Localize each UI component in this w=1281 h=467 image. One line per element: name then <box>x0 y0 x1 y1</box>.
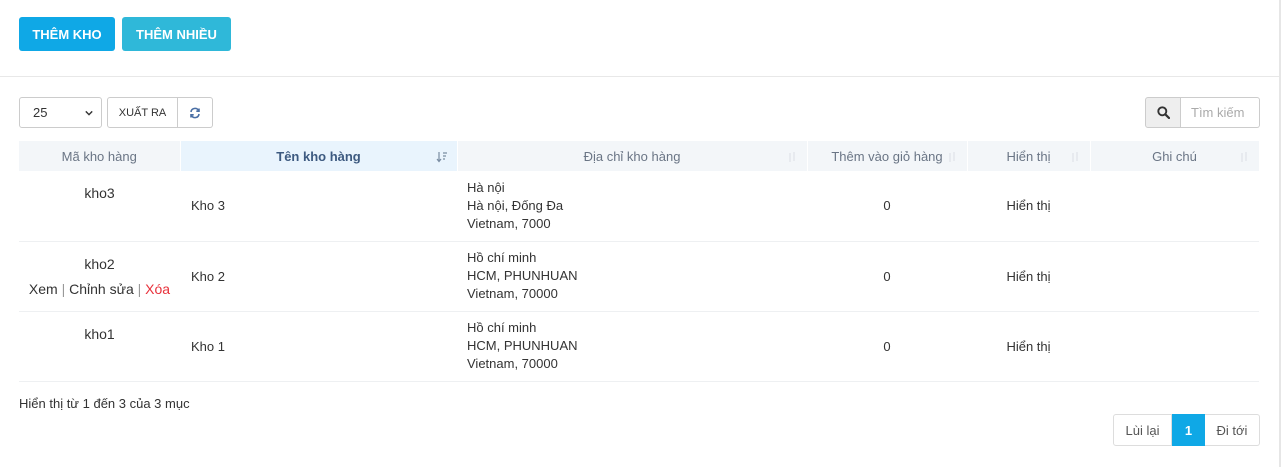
cell-note <box>1090 241 1259 311</box>
cell-note <box>1090 311 1259 381</box>
table-info: Hiển thị từ 1 đến 3 của 3 mục <box>19 396 190 411</box>
export-button[interactable]: XUẤT RA <box>107 97 178 128</box>
cell-address: Hà nội Hà nội, Đống Đa Vietnam, 7000 <box>467 179 564 231</box>
cell-add-to-cart: 0 <box>883 268 891 284</box>
sort-icon <box>1240 152 1247 162</box>
top-bar: THÊM KHO THÊM NHIỀU <box>0 0 1281 77</box>
cell-code: kho1 <box>84 325 115 342</box>
delete-link[interactable]: Xóa <box>145 281 170 297</box>
next-page-button[interactable]: Đi tới <box>1205 414 1260 446</box>
page-1-button[interactable]: 1 <box>1172 414 1205 446</box>
separator: | <box>61 280 66 297</box>
cell-display: Hiển thị <box>1006 268 1051 284</box>
table-row: kho3 Kho 3 Hà nội Hà nội, Đống Đa Vietna… <box>19 171 1259 241</box>
column-header-address[interactable]: Địa chỉ kho hàng <box>457 141 808 171</box>
column-header-add-to-cart[interactable]: Thêm vào giỏ hàng <box>807 141 968 171</box>
column-header-note[interactable]: Ghi chú <box>1090 141 1260 171</box>
column-header-display[interactable]: Hiển thị <box>967 141 1091 171</box>
cell-address: Hồ chí minh HCM, PHUNHUAN Vietnam, 70000 <box>467 250 578 301</box>
page-size-value: 25 <box>33 105 48 120</box>
cell-code: kho3 <box>84 185 115 201</box>
row-actions: Xem | Chỉnh sửa | Xóa <box>19 281 180 297</box>
cell-display: Hiển thị <box>1006 198 1051 214</box>
search-button[interactable] <box>1145 97 1181 128</box>
sort-icon <box>948 152 955 162</box>
search-input[interactable] <box>1181 97 1260 128</box>
cell-add-to-cart: 0 <box>883 198 891 214</box>
separator: | <box>137 280 142 297</box>
chevron-down-icon <box>85 110 93 116</box>
search-icon <box>1156 106 1170 119</box>
sort-desc-icon <box>436 152 447 163</box>
export-button-group: XUẤT RA <box>107 97 213 128</box>
refresh-button[interactable] <box>178 97 213 128</box>
column-header-name[interactable]: Tên kho hàng <box>180 141 458 171</box>
table-header-row: Mã kho hàng Tên kho hàng Địa chỉ kho hàn… <box>19 141 1260 171</box>
cell-name: Kho 2 <box>191 268 225 284</box>
sort-icon <box>1071 152 1078 162</box>
cell-code: kho2 Xem | Chỉnh sửa | Xóa <box>19 241 180 311</box>
page-size-select[interactable]: 25 <box>19 97 102 128</box>
warehouse-table: Mã kho hàng Tên kho hàng Địa chỉ kho hàn… <box>19 141 1260 382</box>
view-link[interactable]: Xem <box>29 281 58 297</box>
column-header-code[interactable]: Mã kho hàng <box>19 141 181 171</box>
cell-display: Hiển thị <box>1006 338 1051 354</box>
prev-page-button[interactable]: Lùi lại <box>1113 414 1172 446</box>
cell-add-to-cart: 0 <box>883 338 891 354</box>
cell-name: Kho 1 <box>191 338 225 354</box>
cell-address: Hồ chí minh HCM, PHUNHUAN Vietnam, 70000 <box>467 320 578 371</box>
cell-note <box>1090 171 1259 241</box>
add-warehouse-button[interactable]: THÊM KHO <box>19 17 115 51</box>
table-row: kho2 Xem | Chỉnh sửa | Xóa Kho 2 Hồ chí … <box>19 241 1259 311</box>
search-box <box>1145 97 1260 128</box>
edit-link[interactable]: Chỉnh sửa <box>69 281 134 297</box>
add-many-button[interactable]: THÊM NHIỀU <box>122 17 231 51</box>
pagination: Lùi lại 1 Đi tới <box>1113 414 1260 446</box>
sort-icon <box>788 152 795 162</box>
cell-name: Kho 3 <box>191 198 225 214</box>
refresh-icon <box>190 107 200 118</box>
table-row: kho1 Kho 1 Hồ chí minh HCM, PHUNHUAN Vie… <box>19 311 1259 381</box>
